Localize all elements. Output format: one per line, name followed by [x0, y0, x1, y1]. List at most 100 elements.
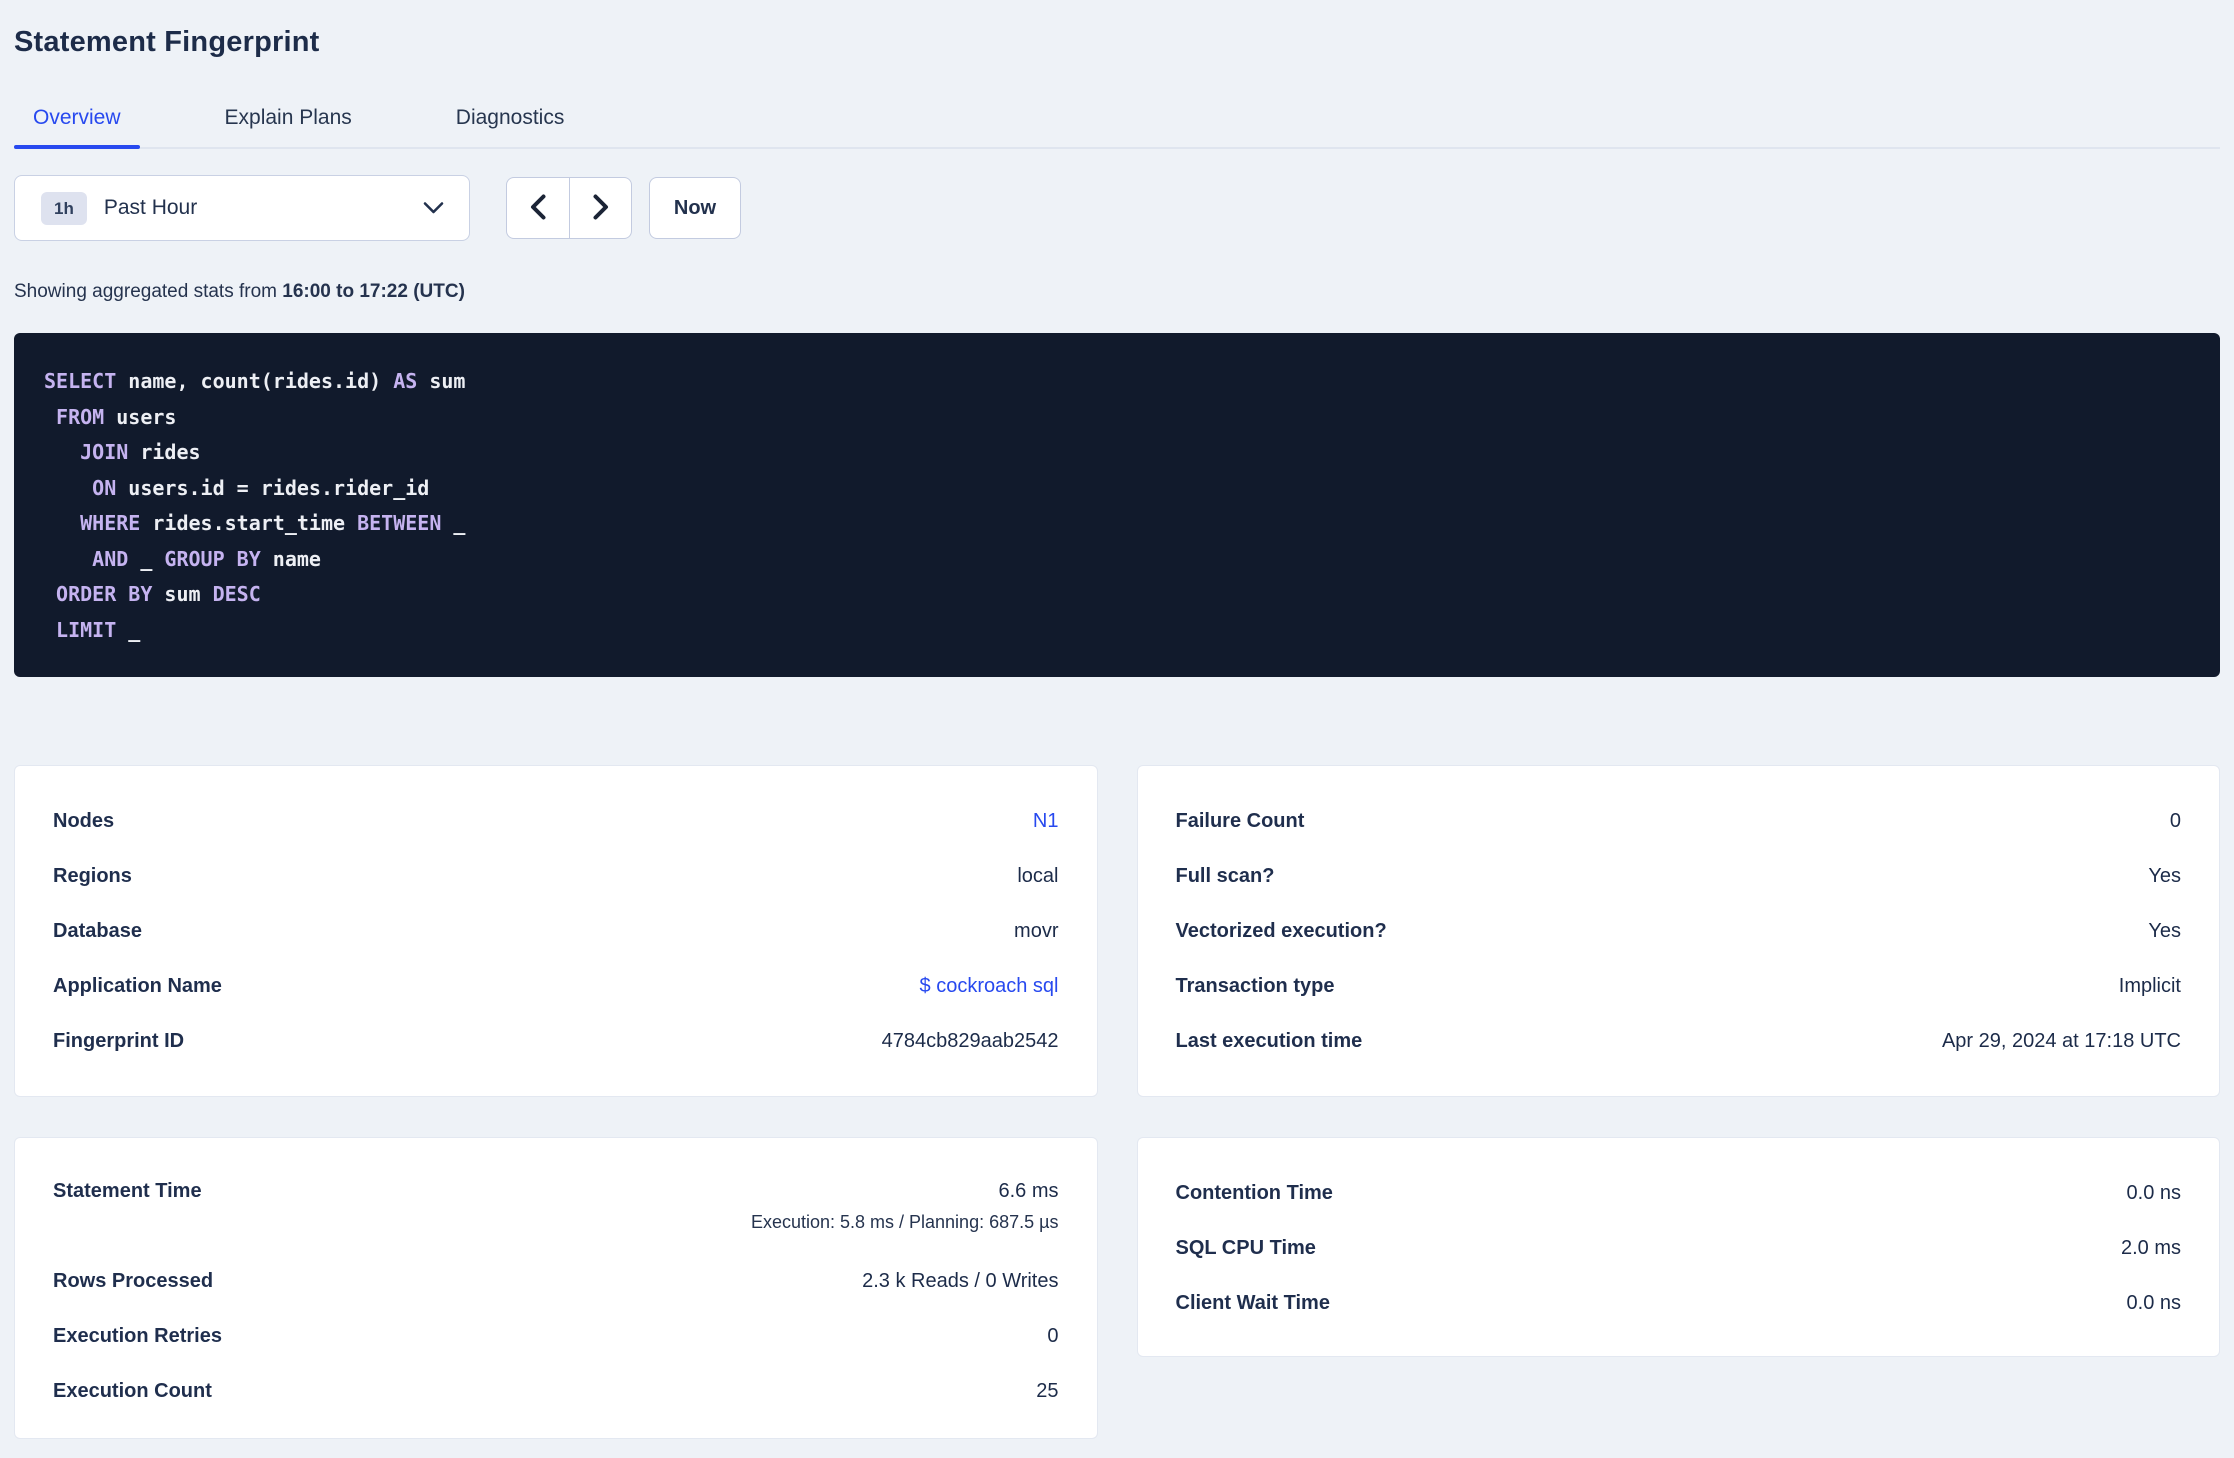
card-row-full-scan: Full scan? Yes [1176, 849, 2182, 904]
aggregated-stats-line: Showing aggregated stats from 16:00 to 1… [14, 281, 2220, 303]
sql-line: FROM users [44, 400, 2190, 436]
next-time-button[interactable] [569, 178, 631, 238]
wait-times-card: Contention Time 0.0 ns SQL CPU Time 2.0 ms C… [1136, 1137, 2220, 1357]
row-value-wrap: 0.0 ns [2127, 1182, 2181, 1205]
row-label: SQL CPU Time [1175, 1237, 1316, 1259]
row-label: Nodes [53, 810, 115, 832]
chevron-down-icon [422, 201, 445, 215]
left-column: Nodes N1 Regions local Database movr Applicati… [14, 765, 1098, 1439]
chevron-right-icon [592, 194, 610, 223]
time-range-dropdown[interactable]: 1h Past Hour [14, 175, 470, 241]
row-value: 0.0 ns [2126, 1182, 2181, 1204]
sql-keyword: BETWEEN [357, 511, 442, 535]
row-label: Regions [53, 865, 132, 887]
row-label: Statement Time [53, 1180, 202, 1202]
sql-text: name, count(rides.id) [116, 369, 394, 393]
sql-text: users [104, 404, 177, 429]
row-value: 0 [2169, 810, 2181, 832]
card-row-statement-time: Statement Time 6.6 ms Execution: 5.8 ms / … [53, 1166, 1059, 1254]
row-value-wrap: 25 [1036, 1380, 1058, 1403]
statement-attributes-card: Failure Count 0 Full scan? Yes Vectorized ex… [1136, 765, 2220, 1097]
sql-keyword: DESC [212, 582, 261, 606]
card-row-failure-count: Failure Count 0 [1176, 794, 2182, 849]
row-value-wrap: Apr 29, 2024 at 17:18 UTC [1942, 1030, 2181, 1053]
sql-line: ON users.id = rides.rider_id [44, 471, 2190, 507]
row-label: Rows Processed [53, 1270, 214, 1292]
row-value: 25 [1036, 1380, 1059, 1402]
statement-fingerprint-page: Statement Fingerprint Overview Explain Pl… [0, 0, 2234, 1439]
row-value-wrap: 2.0 ms [2121, 1237, 2181, 1260]
row-label: Fingerprint ID [53, 1030, 185, 1052]
sql-keyword: FROM [56, 404, 105, 429]
sql-text: _ [116, 617, 141, 642]
sql-text: _ [441, 511, 466, 535]
row-value: Implicit [2118, 975, 2181, 997]
row-value-wrap: Implicit [2119, 975, 2181, 998]
tab-bar: Overview Explain Plans Diagnostics [14, 93, 2220, 149]
card-row-application-name: Application Name $ cockroach sql [53, 959, 1059, 1014]
row-value: 6.6 ms [998, 1180, 1059, 1202]
row-value-wrap: $ cockroach sql [920, 975, 1059, 998]
sql-line: JOIN rides [44, 435, 2190, 471]
card-row-last-execution-time: Last execution time Apr 29, 2024 at 17:18… [1176, 1014, 2182, 1069]
row-label: Client Wait Time [1175, 1292, 1330, 1314]
card-row-regions: Regions local [53, 849, 1059, 904]
sql-keyword: ON [92, 475, 117, 500]
row-label: Transaction type [1175, 975, 1335, 997]
card-row-sql-cpu-time: SQL CPU Time 2.0 ms [1176, 1221, 2182, 1276]
sql-line: LIMIT _ [44, 613, 2190, 649]
row-value-wrap: 0 [2170, 810, 2181, 833]
chevron-left-icon [529, 194, 547, 223]
sql-text: rides [128, 440, 201, 464]
card-row-fingerprint-id: Fingerprint ID 4784cb829aab2542 [53, 1014, 1059, 1069]
sql-keyword: LIMIT [56, 617, 117, 642]
row-value: Apr 29, 2024 at 17:18 UTC [1941, 1030, 2181, 1052]
row-subvalue: Execution: 5.8 ms / Planning: 687.5 µs [750, 1212, 1059, 1232]
row-value-link[interactable]: N1 [1033, 810, 1059, 833]
now-button[interactable]: Now [649, 177, 741, 239]
prev-time-button[interactable] [507, 178, 569, 238]
card-row-execution-count: Execution Count 25 [53, 1364, 1059, 1419]
row-value: 4784cb829aab2542 [881, 1030, 1059, 1052]
row-value: Yes [2148, 920, 2181, 942]
row-value-wrap: 4784cb829aab2542 [882, 1030, 1059, 1053]
row-value-wrap: movr [1014, 920, 1058, 943]
row-value-wrap: Yes [2148, 920, 2181, 943]
sql-keyword: ORDER BY [56, 582, 153, 606]
sql-keyword: SELECT [44, 369, 117, 393]
row-value: local [1017, 865, 1059, 887]
row-value-link[interactable]: $ cockroach sql [920, 975, 1059, 998]
row-label: Execution Retries [53, 1325, 222, 1347]
sql-line: SELECT name, count(rides.id) AS sum [44, 364, 2190, 400]
sql-text: name [260, 546, 321, 571]
row-value-wrap: N1 [1033, 810, 1059, 833]
row-value-wrap: 2.3 k Reads / 0 Writes [862, 1270, 1058, 1293]
row-label: Full scan? [1175, 865, 1275, 887]
card-row-client-wait-time: Client Wait Time 0.0 ns [1176, 1276, 2182, 1331]
row-value-wrap: 0.0 ns [2127, 1292, 2181, 1315]
sql-text: users.id = rides.rider_id [116, 475, 430, 500]
sql-keyword: WHERE [80, 511, 141, 535]
time-controls: 1h Past Hour Now [14, 175, 2220, 241]
sql-keyword: GROUP BY [164, 546, 261, 571]
sql-line: WHERE rides.start_time BETWEEN _ [44, 506, 2190, 542]
sql-keyword: AND [92, 546, 129, 571]
row-value: movr [1014, 920, 1059, 942]
sql-line: AND _ GROUP BY name [44, 542, 2190, 578]
tab-diagnostics[interactable]: Diagnostics [437, 93, 584, 147]
time-range-badge: 1h [41, 191, 87, 225]
tab-explain-plans[interactable]: Explain Plans [206, 93, 371, 147]
row-value-wrap: local [1017, 865, 1058, 888]
sql-text: rides.start_time [140, 511, 358, 535]
sql-keyword: AS [393, 369, 418, 393]
tab-overview[interactable]: Overview [14, 93, 140, 149]
sql-statement-box: SELECT name, count(rides.id) AS sum FROM… [14, 333, 2220, 677]
sql-line: ORDER BY sum DESC [44, 577, 2190, 613]
statement-details-card: Nodes N1 Regions local Database movr Applicati… [14, 765, 1098, 1097]
card-row-contention-time: Contention Time 0.0 ns [1176, 1166, 2182, 1221]
